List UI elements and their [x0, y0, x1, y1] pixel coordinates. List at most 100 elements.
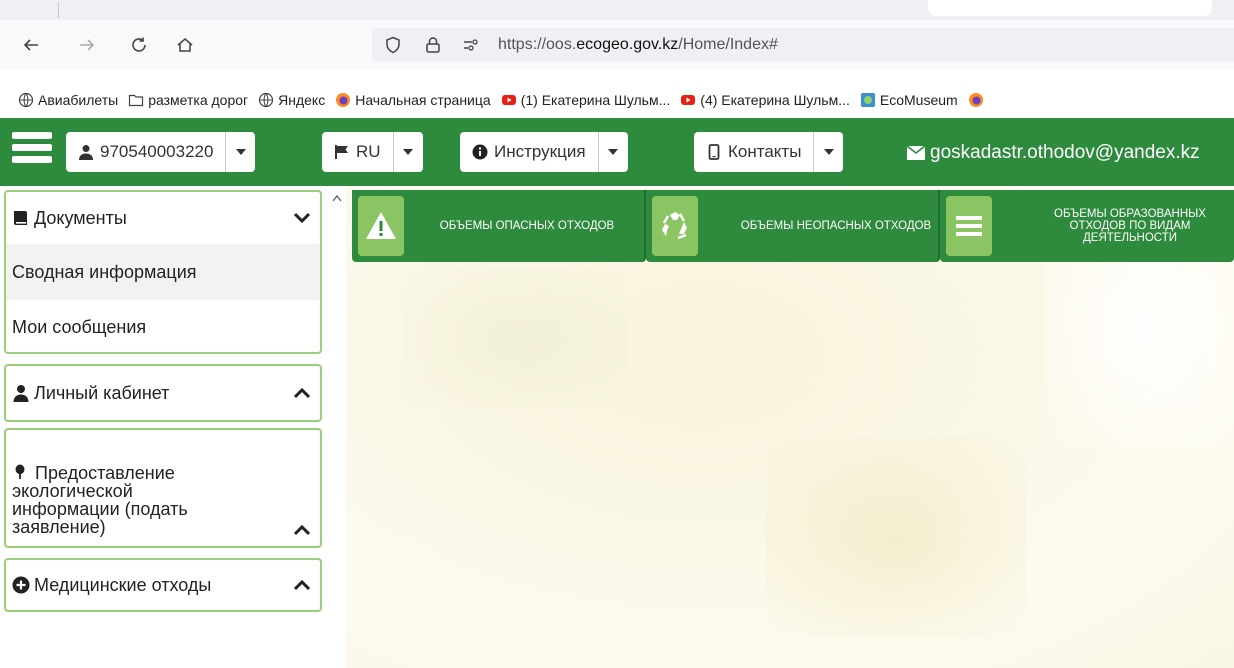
sidebar-item-messages[interactable]: Мои сообщения [6, 300, 320, 354]
instructions-button[interactable]: Инструкция [460, 132, 598, 172]
recycle-icon [662, 212, 687, 240]
language-label: RU [356, 142, 381, 161]
user-icon [13, 385, 29, 402]
contacts-button[interactable]: Контакты [694, 132, 813, 172]
bookmark-start-page[interactable]: Начальная страница [335, 92, 491, 108]
language-dropdown[interactable]: RU [322, 132, 423, 172]
sidebar: Документы Сводная информация Мои сообщен… [0, 188, 330, 668]
chevron-up-icon[interactable] [294, 579, 310, 591]
tile-label: Объемы образованных отходов по видам дея… [1054, 208, 1206, 244]
warning-icon [366, 212, 396, 239]
bookmark-overflow[interactable] [968, 92, 988, 108]
firefox-icon [336, 93, 351, 107]
sidebar-section-cabinet: Личный кабинет [4, 364, 322, 422]
account-dropdown[interactable]: 970540003220 [66, 132, 256, 172]
tree-icon [15, 464, 25, 480]
tab-strip [0, 0, 1234, 20]
chevron-down-icon[interactable] [597, 132, 628, 172]
shield-icon[interactable] [384, 36, 402, 54]
firefox-icon [968, 93, 983, 107]
envelope-icon [906, 145, 926, 160]
bookmark-youtube-1[interactable]: (1) Екатерина Шульм... [501, 92, 671, 108]
email-link[interactable]: goskadastr.othodov@yandex.kz [906, 142, 1200, 164]
instructions-dropdown[interactable]: Инструкция [460, 132, 628, 172]
account-button[interactable]: 970540003220 [66, 132, 225, 172]
youtube-icon [501, 95, 516, 105]
user-icon [79, 145, 93, 160]
url-text[interactable]: https://oos.ecogeo.gov.kz/Home/Index# [498, 36, 778, 54]
permissions-icon[interactable] [462, 36, 480, 54]
list-icon [956, 216, 982, 236]
chevron-up-icon[interactable] [294, 387, 310, 399]
medical-header[interactable]: Медицинские отходы [6, 560, 320, 610]
tile-waste-by-activity[interactable]: Объемы образованных отходов по видам дея… [940, 190, 1234, 262]
tile-label: Объемы неопасных отходов [740, 220, 932, 232]
account-number: 970540003220 [100, 142, 214, 161]
bookmark-label: разметка дорог [148, 92, 249, 108]
cabinet-header[interactable]: Личный кабинет [6, 366, 320, 420]
menu-icon[interactable] [12, 132, 52, 172]
sidebar-item-label: Сводная информация [12, 261, 197, 282]
bookmark-label: (1) Екатерина Шульм... [520, 92, 671, 108]
chevron-down-icon[interactable] [225, 132, 255, 172]
eco-info-header[interactable]: Предоставление экологической информации … [6, 430, 320, 546]
bookmark-label: Начальная страница [355, 92, 491, 108]
contacts-label: Контакты [728, 142, 802, 161]
youtube-icon [681, 95, 696, 105]
sidebar-item-summary[interactable]: Сводная информация [6, 244, 320, 300]
sidebar-item-label: Мои сообщения [12, 316, 147, 337]
contacts-dropdown[interactable]: Контакты [694, 132, 844, 172]
globe-icon [18, 92, 34, 108]
lock-icon[interactable] [424, 36, 442, 54]
tile-icon-box [946, 196, 992, 256]
bookmark-label: (4) Екатерина Шульм... [700, 92, 850, 108]
reload-icon[interactable] [124, 30, 154, 60]
home-icon[interactable] [170, 30, 200, 60]
tile-icon-box [358, 196, 404, 256]
bookmark-label: Авиабилеты [38, 92, 119, 108]
chevron-up-icon[interactable] [294, 524, 310, 536]
email-address: goskadastr.othodov@yandex.kz [930, 142, 1200, 163]
chevron-down-icon[interactable] [294, 212, 310, 224]
tab-separator [58, 2, 59, 18]
book-icon [14, 211, 27, 225]
documents-label: Документы [34, 207, 127, 228]
browser-nav-bar: https://oos.ecogeo.gov.kz/Home/Index# [0, 20, 1234, 70]
tile-label: Объемы опасных отходов [439, 220, 615, 232]
scroll-up-icon[interactable] [332, 194, 342, 202]
chevron-down-icon[interactable] [813, 132, 843, 172]
bookmark-razmetka[interactable]: разметка дорог [128, 92, 248, 108]
sidebar-section-medical: Медицинские отходы [4, 558, 322, 612]
eco-info-label: Предоставление экологической информации … [12, 463, 188, 537]
bookmarks-bar: Авиабилеты разметка дорог Яндекс Начальн… [0, 88, 1234, 112]
tile-hazardous-waste[interactable]: Объемы опасных отходов [352, 190, 646, 262]
cabinet-label: Личный кабинет [34, 382, 170, 403]
back-arrow-icon[interactable] [16, 30, 46, 60]
phone-icon [708, 144, 720, 160]
folder-icon [129, 94, 144, 107]
bookmark-ecomuseum[interactable]: EcoMuseum [860, 92, 958, 108]
flag-icon [335, 145, 348, 159]
sidebar-scrollbar[interactable] [328, 188, 346, 668]
plus-circle-icon [12, 576, 30, 594]
bookmark-label: EcoMuseum [879, 92, 958, 108]
browser-tab[interactable] [928, 0, 1212, 16]
dashboard-tiles: Объемы опасных отходов Объемы неопасных … [352, 190, 1234, 262]
ecomuseum-icon [860, 93, 875, 107]
address-bar[interactable]: https://oos.ecogeo.gov.kz/Home/Index# [372, 28, 1234, 62]
tile-non-hazardous-waste[interactable]: Объемы неопасных отходов [646, 190, 940, 262]
bookmark-label: Яндекс [278, 92, 326, 108]
tile-icon-box [652, 196, 698, 256]
bookmark-youtube-4[interactable]: (4) Екатерина Шульм... [680, 92, 850, 108]
sidebar-section-documents: Документы Сводная информация Мои сообщен… [4, 190, 322, 354]
medical-label: Медицинские отходы [34, 574, 212, 595]
bookmark-aviabilety[interactable]: Авиабилеты [18, 92, 118, 108]
language-button[interactable]: RU [322, 132, 393, 172]
chevron-down-icon[interactable] [392, 132, 423, 172]
info-icon [472, 144, 488, 160]
forward-arrow-icon[interactable] [72, 30, 102, 60]
globe-icon [259, 92, 274, 108]
bookmark-yandex[interactable]: Яндекс [258, 92, 325, 108]
sidebar-section-eco-info: Предоставление экологической информации … [4, 428, 322, 548]
documents-header[interactable]: Документы [6, 192, 320, 244]
